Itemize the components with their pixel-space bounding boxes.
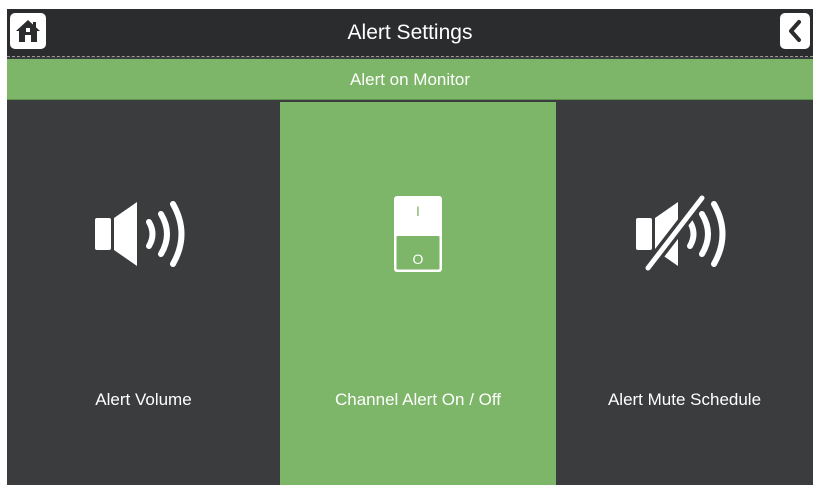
back-button[interactable]: [780, 13, 810, 49]
toggle-switch-icon: I O: [394, 196, 442, 272]
channel-alert-label: Channel Alert On / Off: [335, 390, 501, 409]
settings-tiles: Alert Volume I O Channel Alert On / Off: [7, 102, 813, 485]
speaker-volume-icon: [94, 201, 184, 267]
switch-on-mark: I: [416, 203, 420, 219]
section-title: Alert on Monitor: [7, 59, 813, 100]
alert-volume-label: Alert Volume: [95, 390, 192, 409]
alert-settings-screen: Alert Settings Alert on Monitor Alert Vo…: [7, 9, 813, 485]
page-title: Alert Settings: [347, 21, 473, 44]
chevron-left-icon: [789, 20, 801, 42]
top-bar: Alert Settings: [7, 9, 813, 57]
channel-alert-tile[interactable]: I O Channel Alert On / Off: [280, 102, 556, 485]
switch-off-mark: O: [413, 251, 424, 267]
speaker-mute-icon: [635, 194, 725, 274]
alert-mute-schedule-tile[interactable]: Alert Mute Schedule: [556, 102, 813, 485]
alert-volume-tile[interactable]: Alert Volume: [7, 102, 280, 485]
alert-mute-schedule-label: Alert Mute Schedule: [607, 390, 762, 409]
